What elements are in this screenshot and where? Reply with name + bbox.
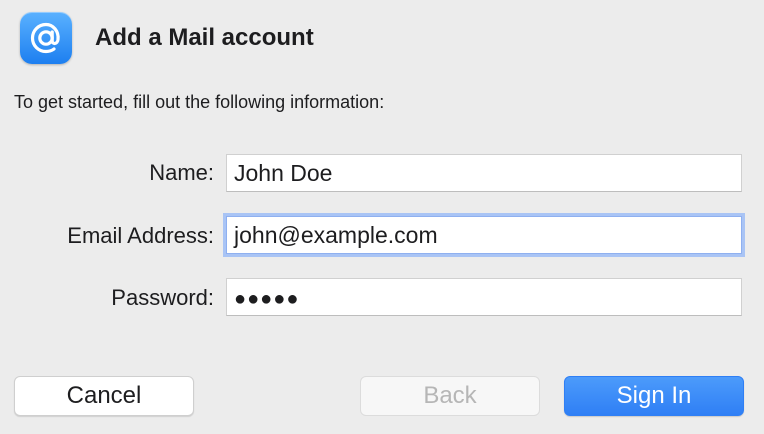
password-value: ●●●●●	[234, 288, 300, 310]
intro-text: To get started, fill out the following i…	[14, 92, 385, 112]
name-field[interactable]: John Doe	[226, 154, 742, 192]
at-sign-icon	[30, 22, 60, 54]
sign-in-button[interactable]: Sign In	[564, 376, 744, 416]
mail-at-icon	[20, 12, 72, 64]
name-label: Name:	[149, 160, 214, 185]
email-value: john@example.com	[234, 222, 438, 248]
back-button[interactable]: Back	[360, 376, 540, 416]
email-field[interactable]: john@example.com	[226, 216, 742, 254]
cancel-button[interactable]: Cancel	[14, 376, 194, 416]
email-label: Email Address:	[67, 223, 214, 248]
password-field[interactable]: ●●●●●	[226, 278, 742, 316]
dialog-title: Add a Mail account	[95, 24, 314, 51]
name-value: John Doe	[234, 160, 333, 186]
password-label: Password:	[111, 285, 214, 310]
